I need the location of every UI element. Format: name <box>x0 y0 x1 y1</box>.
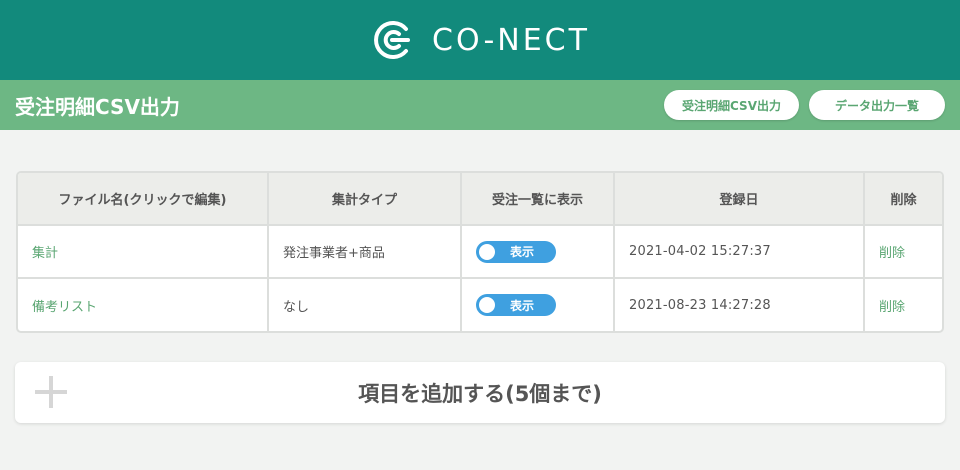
table-row: 集計 発注事業者+商品 表示 2021-04-02 15:27:37 削除 <box>18 225 942 279</box>
plus-icon <box>35 376 67 408</box>
csv-settings-table: ファイル名(クリックで編集) 集計タイプ 受注一覧に表示 登録日 削除 集計 発… <box>16 171 944 333</box>
column-header-date: 登録日 <box>614 173 865 226</box>
toggle-label: 表示 <box>510 298 535 313</box>
add-item-button[interactable]: 項目を追加する(5個まで) <box>15 362 945 423</box>
column-header-display: 受注一覧に表示 <box>461 173 615 226</box>
brand-logo[interactable]: CO-NECT <box>370 18 590 62</box>
file-name-link[interactable]: 集計 <box>18 225 269 279</box>
aggregation-type: なし <box>268 278 462 331</box>
table-header-row: ファイル名(クリックで編集) 集計タイプ 受注一覧に表示 登録日 削除 <box>18 173 942 226</box>
display-toggle-cell: 表示 <box>461 278 615 331</box>
toggle-knob <box>479 243 495 260</box>
page-actions: 受注明細CSV出力 データ出力一覧 <box>664 90 945 120</box>
display-toggle-cell: 表示 <box>461 225 615 279</box>
display-toggle[interactable]: 表示 <box>476 240 556 263</box>
table-row: 備考リスト なし 表示 2021-08-23 14:27:28 削除 <box>18 278 942 331</box>
add-item-label: 項目を追加する(5個まで) <box>358 381 602 406</box>
registered-date: 2021-08-23 14:27:28 <box>614 278 865 331</box>
registered-date: 2021-04-02 15:27:37 <box>614 225 865 279</box>
delete-link[interactable]: 削除 <box>864 278 942 331</box>
display-toggle[interactable]: 表示 <box>476 294 556 316</box>
toggle-label: 表示 <box>510 245 535 259</box>
delete-link[interactable]: 削除 <box>864 225 942 279</box>
page-title: 受注明細CSV出力 <box>15 94 180 119</box>
column-header-file-name: ファイル名(クリックで編集) <box>18 173 269 226</box>
page-header: 受注明細CSV出力 受注明細CSV出力 データ出力一覧 <box>0 80 960 130</box>
column-header-delete: 削除 <box>864 173 942 226</box>
csv-export-button[interactable]: 受注明細CSV出力 <box>664 90 799 120</box>
aggregation-type: 発注事業者+商品 <box>268 225 462 279</box>
brand-name: CO-NECT <box>432 22 590 58</box>
toggle-knob <box>479 297 495 313</box>
file-name-link[interactable]: 備考リスト <box>18 278 269 331</box>
column-header-type: 集計タイプ <box>268 173 462 226</box>
top-header: CO-NECT <box>0 0 960 80</box>
conect-logo-icon <box>374 21 411 59</box>
export-list-button[interactable]: データ出力一覧 <box>808 90 945 120</box>
